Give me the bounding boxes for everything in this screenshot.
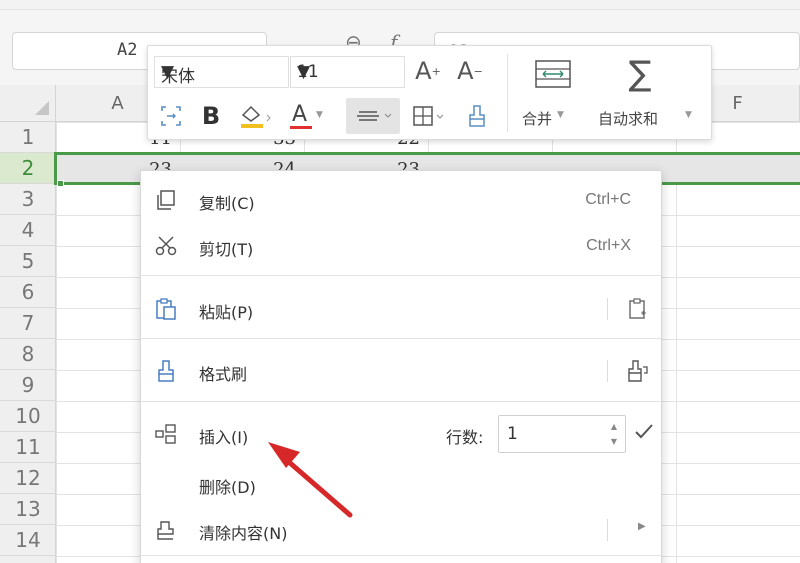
fit-cell-button[interactable] [156,100,186,132]
paste-options-icon[interactable] [625,296,651,322]
align-center-icon [357,111,392,121]
menu-divider [141,338,661,339]
font-color-letter: A [292,102,308,127]
fill-handle[interactable] [57,180,64,187]
chevron-down-icon: ▼ [316,110,323,120]
row-header-13[interactable]: 13 [0,494,56,525]
merge-label[interactable]: 合并 [522,108,552,129]
menu-item-copy-label: 复制(C) [199,194,255,213]
row-header-6[interactable]: 6 [0,277,56,308]
name-box-value: A2 [117,40,138,60]
chevron-right-icon: ▶ [638,521,646,532]
menu-item-insert-label: 插入(I) [199,428,249,447]
row-count-stepper[interactable]: 1 ▲ ▼ [498,415,626,453]
menu-item-cut[interactable]: 剪切(T) Ctrl+X [141,223,661,269]
merge-cells-icon [535,60,571,88]
select-all-corner[interactable] [0,85,56,122]
copy-icon [153,187,179,213]
row-header-12[interactable]: 12 [0,463,56,494]
menu-divider [141,275,661,276]
scissors-icon [153,233,179,259]
row-header-11[interactable]: 11 [0,432,56,463]
bold-button[interactable]: B [196,100,226,132]
row-header-5[interactable]: 5 [0,246,56,277]
menu-item-format-painter[interactable]: 格式刷 [141,348,661,394]
menu-divider-vertical [607,360,608,382]
toolbar-divider [507,54,508,132]
row-header-9[interactable]: 9 [0,370,56,401]
fit-cell-icon [161,106,181,126]
font-color-swatch [290,126,312,129]
menu-item-delete-label: 删除(D) [199,478,256,497]
confirm-check-icon[interactable] [633,421,657,445]
autosum-label[interactable]: 自动求和 [598,108,658,129]
paste-icon [153,296,179,322]
menu-divider [141,555,661,556]
row-header-4[interactable]: 4 [0,215,56,246]
context-menu: 复制(C) Ctrl+C 剪切(T) Ctrl+X 粘贴(P) 格式刷 插入(I… [140,170,662,563]
row-header-14[interactable]: 14 [0,525,56,556]
eraser-icon [153,517,179,543]
borders-button[interactable] [406,100,450,132]
menu-item-delete[interactable]: 删除(D) [141,461,661,507]
chevron-down-icon: ▼ [557,110,564,120]
chevron-down-icon: ▼ [297,62,311,82]
row-header-8[interactable]: 8 [0,339,56,370]
row-count-label: 行数: [446,428,484,447]
row-header-2[interactable]: 2 [0,153,56,184]
row-header-1[interactable]: 1 [0,122,56,153]
decrease-font-icon: A [457,57,474,85]
format-brush-icon [469,105,485,127]
row-count-value: 1 [507,424,518,444]
row-header-10[interactable]: 10 [0,401,56,432]
menu-item-paste[interactable]: 粘贴(P) [141,286,661,332]
font-size-select[interactable]: 11 ▼ [290,56,405,88]
menu-item-clear[interactable]: 清除内容(N) ▶ [141,507,661,553]
stepper-down-icon[interactable]: ▼ [611,437,617,446]
increase-font-icon: A [415,57,432,85]
mini-toolbar: 宋体 ▼ 11 ▼ A + A − B A ▼ 合并 ▼ ∑ 自动求和 ▼ [147,45,712,140]
paint-bucket-icon [241,105,271,128]
merge-icon-button[interactable] [530,56,576,92]
menu-divider-vertical [607,298,608,320]
menu-item-format-painter-label: 格式刷 [199,365,248,384]
row-header-7[interactable]: 7 [0,308,56,339]
insert-rows-icon [153,421,179,447]
row-header-15[interactable]: 15 [0,556,56,563]
font-color-button[interactable]: A ▼ [286,100,330,132]
format-painter-button[interactable] [460,100,494,132]
chevron-down-icon: ▼ [685,110,692,120]
menu-item-copy[interactable]: 复制(C) Ctrl+C [141,177,661,223]
annotation-arrow [268,442,353,518]
decrease-font-button[interactable]: A − [452,54,488,88]
menu-item-insert[interactable]: 插入(I) 行数: 1 ▲ ▼ [141,411,661,457]
font-name-select[interactable]: 宋体 ▼ [154,56,289,88]
chevron-down-icon: ▼ [161,62,175,82]
alignment-button[interactable] [346,98,400,134]
row-header-3[interactable]: 3 [0,184,56,215]
menu-item-paste-label: 粘贴(P) [199,303,254,322]
menu-item-cut-shortcut: Ctrl+X [586,237,631,254]
stepper-up-icon[interactable]: ▲ [611,422,617,431]
format-brush-double-icon[interactable] [625,358,651,384]
fill-color-button[interactable] [234,100,278,132]
format-brush-icon [153,358,179,384]
top-strip [0,0,800,10]
menu-divider [141,401,661,402]
increase-font-button[interactable]: A + [410,54,446,88]
autosum-icon[interactable]: ∑ [620,54,660,94]
menu-divider-vertical [607,519,608,541]
menu-item-copy-shortcut: Ctrl+C [585,191,631,208]
menu-item-cut-label: 剪切(T) [199,240,254,259]
borders-icon [413,106,444,126]
